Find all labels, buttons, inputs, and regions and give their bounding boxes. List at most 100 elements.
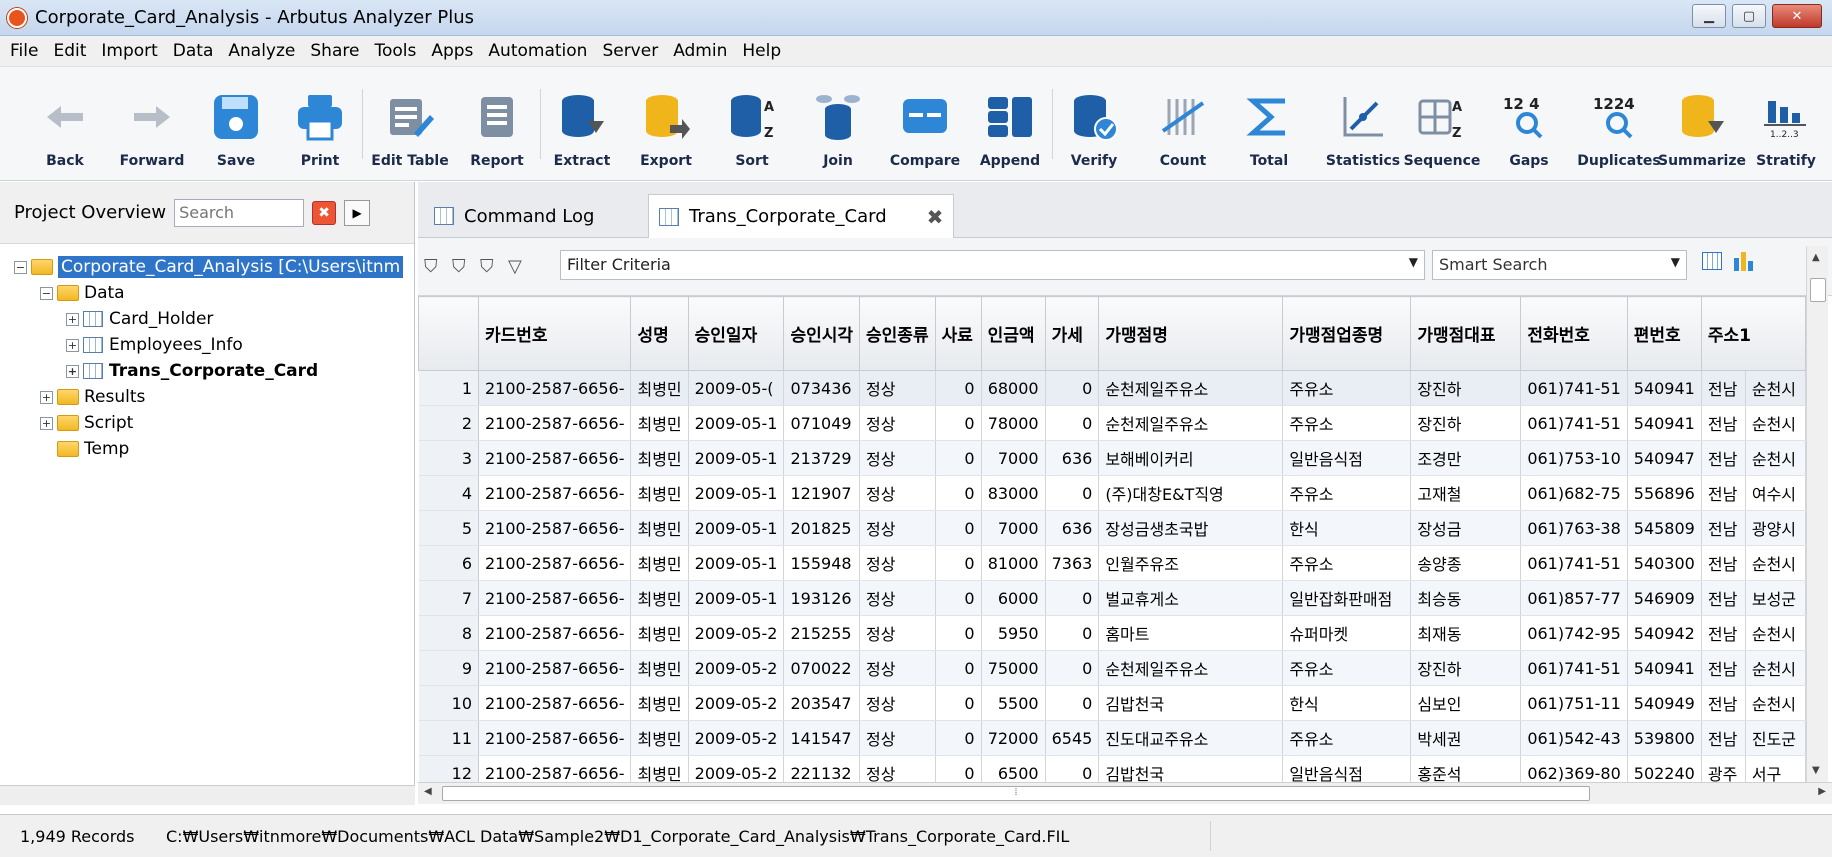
table-cell[interactable]: 정상: [859, 685, 936, 721]
table-cell[interactable]: 0: [1045, 370, 1100, 406]
table-cell[interactable]: 2009-05-1: [688, 475, 785, 511]
tree-item-employees-info[interactable]: + Employees_Info: [66, 332, 243, 358]
tree-item-data[interactable]: − Data: [40, 280, 125, 306]
table-row[interactable]: 5 2100-2587-6656- 최병민 2009-05-1 201825 정상 0 700…: [418, 510, 1806, 546]
table-cell[interactable]: 540941: [1627, 650, 1702, 686]
table-cell[interactable]: 0: [1045, 615, 1100, 651]
table-cell[interactable]: 0: [935, 650, 982, 686]
table-row[interactable]: 11 2100-2587-6656- 최병민 2009-05-2 141547 정상 0 72…: [418, 720, 1806, 756]
table-cell[interactable]: 0: [1045, 650, 1100, 686]
table-cell[interactable]: 최병민: [630, 370, 689, 406]
table-cell[interactable]: 061)741-51: [1520, 370, 1628, 406]
menu-server[interactable]: Server: [602, 41, 658, 61]
table-cell[interactable]: 0: [1045, 685, 1100, 721]
maximize-button[interactable]: ▢: [1732, 4, 1766, 28]
table-cell[interactable]: 주유소: [1282, 545, 1412, 581]
edit-table-button[interactable]: Edit Table: [370, 67, 450, 182]
table-cell[interactable]: 203547: [783, 685, 861, 721]
join-button[interactable]: Join: [804, 67, 872, 182]
table-cell[interactable]: 순천시: [1745, 370, 1806, 406]
tab-trans-corporate-card[interactable]: Trans_Corporate_Card ✖: [648, 194, 955, 238]
sort-button[interactable]: AZ Sort: [718, 67, 786, 182]
table-cell[interactable]: 정상: [859, 545, 936, 581]
table-cell[interactable]: 0: [935, 720, 982, 756]
table-cell[interactable]: 정상: [859, 615, 936, 651]
table-cell[interactable]: 540941: [1627, 405, 1702, 441]
table-cell[interactable]: 2009-05-1: [688, 405, 785, 441]
table-cell[interactable]: 0: [1045, 475, 1100, 511]
table-cell[interactable]: 502240: [1627, 755, 1702, 782]
table-cell[interactable]: 2100-2587-6656-: [478, 545, 632, 581]
table-cell[interactable]: 540949: [1627, 685, 1702, 721]
tree-root[interactable]: − Corporate_Card_Analysis [C:\Users\itnm: [14, 254, 404, 280]
menu-edit[interactable]: Edit: [53, 41, 86, 61]
table-cell[interactable]: 193126: [783, 580, 861, 616]
table-row[interactable]: 10 2100-2587-6656- 최병민 2009-05-2 203547 정상 0 55…: [418, 685, 1806, 721]
table-cell[interactable]: 2009-05-2: [688, 615, 785, 651]
row-number[interactable]: 3: [418, 440, 479, 476]
table-cell[interactable]: 5500: [981, 685, 1046, 721]
row-number[interactable]: 5: [418, 510, 479, 546]
table-cell[interactable]: 주유소: [1282, 475, 1412, 511]
table-cell[interactable]: 전남: [1701, 650, 1746, 686]
table-cell[interactable]: 061)753-10: [1520, 440, 1628, 476]
table-cell[interactable]: 전남: [1701, 510, 1746, 546]
table-cell[interactable]: 최병민: [630, 650, 689, 686]
table-cell[interactable]: 073436: [783, 370, 861, 406]
table-cell[interactable]: 정상: [859, 755, 936, 782]
table-cell[interactable]: 순천시: [1745, 405, 1806, 441]
row-number[interactable]: 6: [418, 545, 479, 581]
table-cell[interactable]: 벌교휴게소: [1098, 580, 1284, 616]
table-cell[interactable]: 인월주유조: [1098, 545, 1284, 581]
table-cell[interactable]: 서구: [1745, 755, 1806, 782]
table-cell[interactable]: 155948: [783, 545, 861, 581]
table-cell[interactable]: 071049: [783, 405, 861, 441]
stratify-button[interactable]: 1..2..3 Stratify: [1752, 67, 1820, 182]
table-cell[interactable]: 장성금생초국밥: [1098, 510, 1284, 546]
table-cell[interactable]: 215255: [783, 615, 861, 651]
forward-button[interactable]: Forward: [114, 67, 190, 182]
table-cell[interactable]: 송양종: [1410, 545, 1522, 581]
table-cell[interactable]: 213729: [783, 440, 861, 476]
column-header[interactable]: 사료: [934, 296, 982, 371]
table-cell[interactable]: 보해베이커리: [1098, 440, 1284, 476]
table-cell[interactable]: 주유소: [1282, 650, 1412, 686]
table-cell[interactable]: 0: [935, 475, 982, 511]
table-cell[interactable]: 2100-2587-6656-: [478, 685, 632, 721]
table-cell[interactable]: 81000: [981, 545, 1046, 581]
table-cell[interactable]: 정상: [859, 370, 936, 406]
chevron-down-icon[interactable]: ▼: [1409, 255, 1418, 269]
table-cell[interactable]: 68000: [981, 370, 1046, 406]
table-cell[interactable]: 2009-05-1: [688, 440, 785, 476]
expand-icon[interactable]: +: [40, 390, 53, 404]
summarize-button[interactable]: Summarize: [1658, 67, 1746, 182]
table-cell[interactable]: 박세권: [1410, 720, 1522, 756]
menu-admin[interactable]: Admin: [673, 41, 727, 61]
table-cell[interactable]: 일반음식점: [1282, 755, 1412, 782]
table-cell[interactable]: 2009-05-2: [688, 650, 785, 686]
table-cell[interactable]: 최병민: [630, 475, 689, 511]
table-cell[interactable]: 540947: [1627, 440, 1702, 476]
table-cell[interactable]: 일반음식점: [1282, 440, 1412, 476]
table-cell[interactable]: 0: [935, 370, 982, 406]
project-search-input[interactable]: [174, 198, 305, 227]
compare-button[interactable]: Compare: [888, 67, 962, 182]
menu-import[interactable]: Import: [101, 41, 157, 61]
table-cell[interactable]: 일반잡화판매점: [1282, 580, 1412, 616]
table-cell[interactable]: 최병민: [630, 720, 689, 756]
table-cell[interactable]: 061)542-43: [1520, 720, 1628, 756]
table-row[interactable]: 4 2100-2587-6656- 최병민 2009-05-1 121907 정상 0 830…: [418, 475, 1806, 511]
table-cell[interactable]: 광주: [1701, 755, 1746, 782]
table-cell[interactable]: 061)682-75: [1520, 475, 1628, 511]
table-cell[interactable]: 전남: [1701, 615, 1746, 651]
table-row[interactable]: 12 2100-2587-6656- 최병민 2009-05-2 221132 정상 0 65…: [418, 755, 1806, 782]
table-cell[interactable]: 장성금: [1410, 510, 1522, 546]
column-header[interactable]: 편번호: [1626, 296, 1702, 371]
table-cell[interactable]: 7000: [981, 510, 1046, 546]
chevron-right-icon[interactable]: ▶: [344, 199, 371, 226]
table-cell[interactable]: 545809: [1627, 510, 1702, 546]
table-cell[interactable]: 정상: [859, 405, 936, 441]
row-number[interactable]: 1: [418, 370, 479, 406]
tree-item-card-holder[interactable]: + Card_Holder: [66, 306, 213, 332]
table-cell[interactable]: 정상: [859, 650, 936, 686]
